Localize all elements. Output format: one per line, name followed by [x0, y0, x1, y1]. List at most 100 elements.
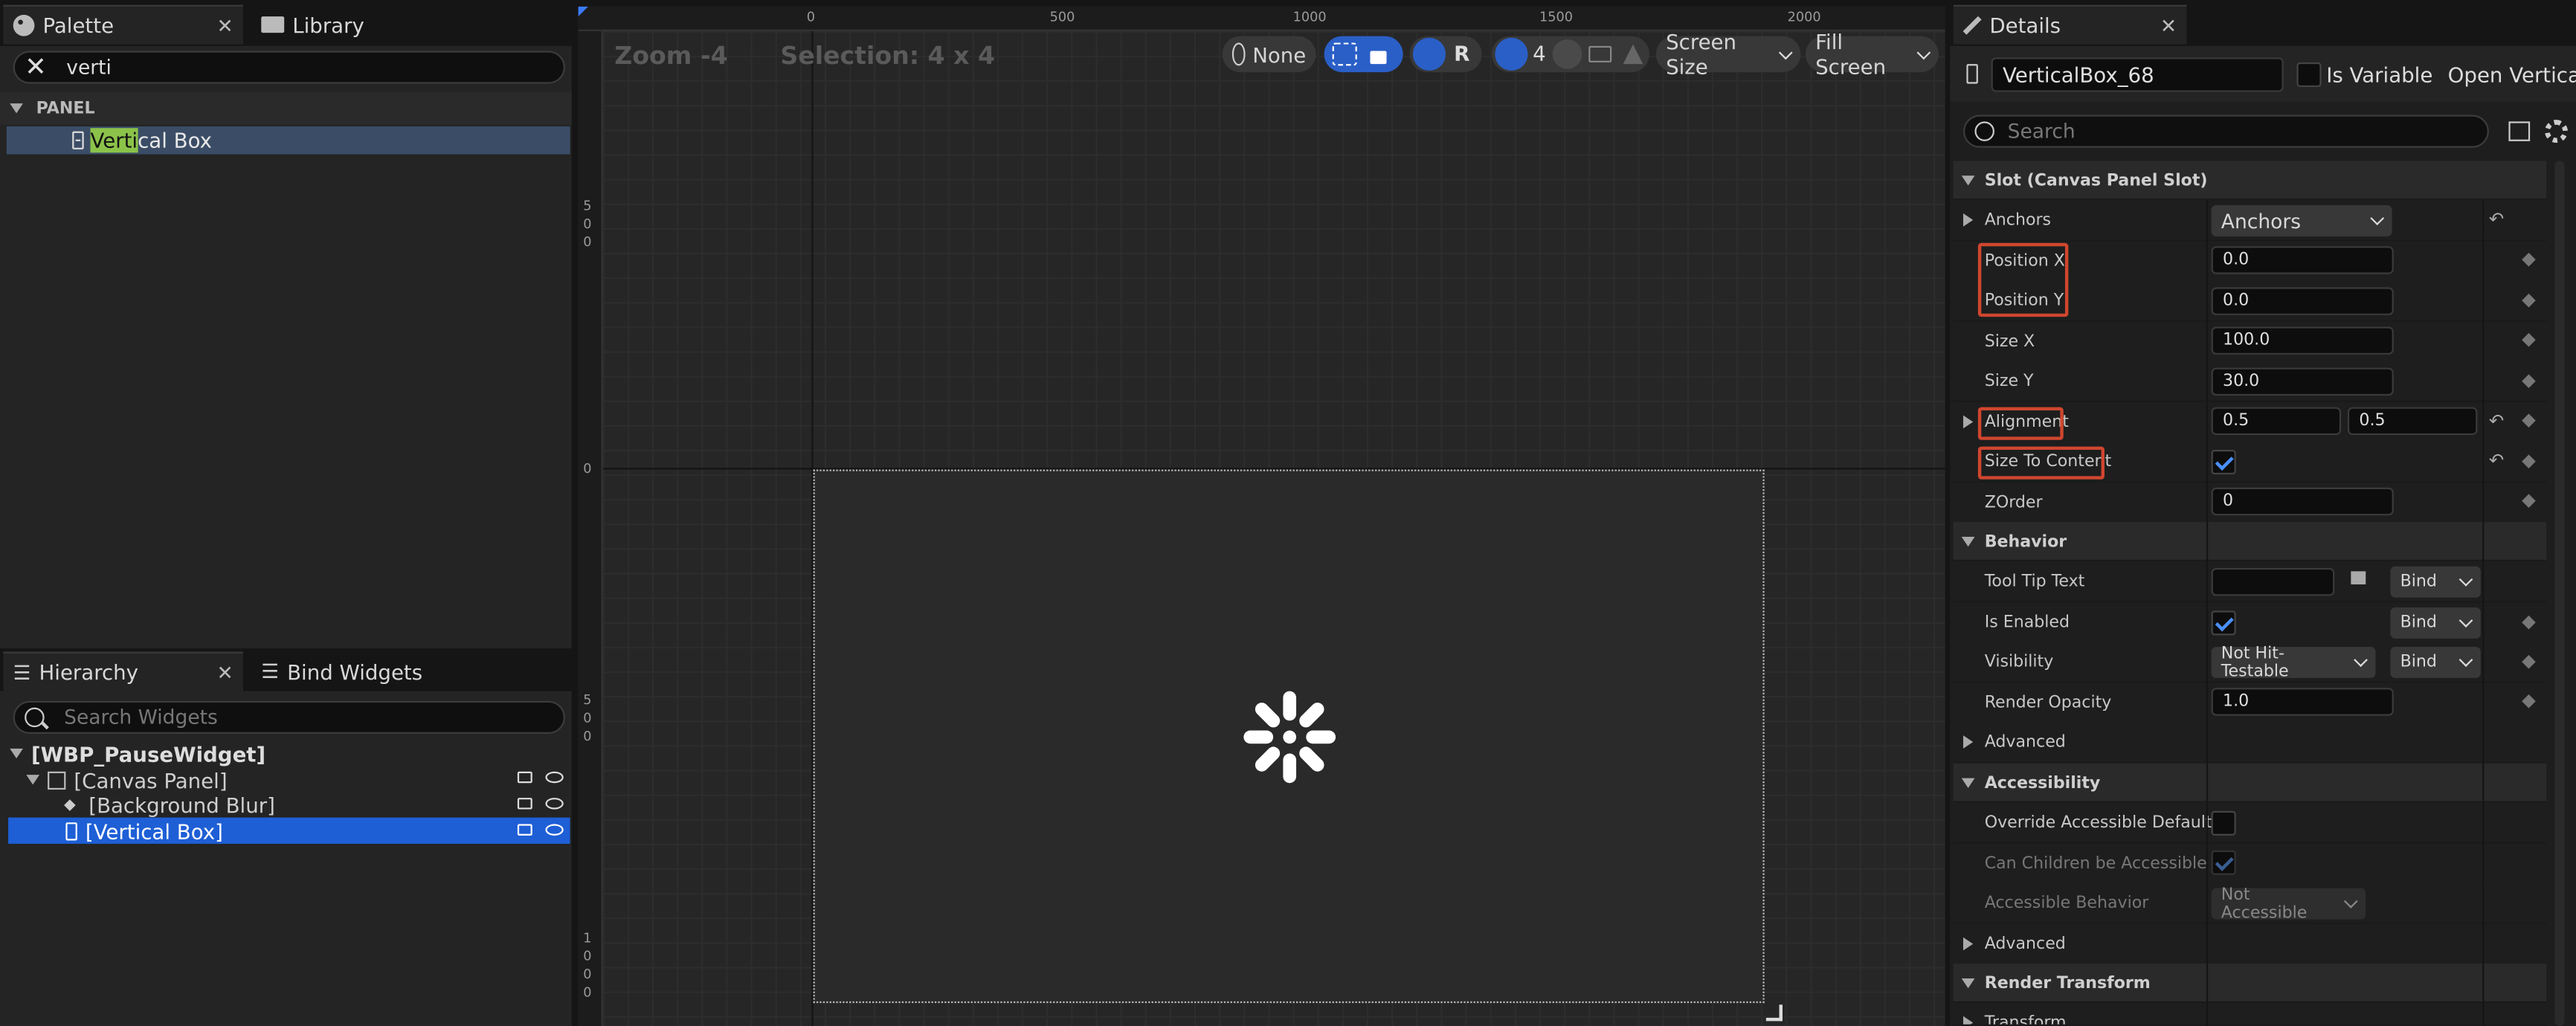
alignment-y-input[interactable]: 0.5: [2347, 407, 2478, 436]
accessible-behavior-dropdown[interactable]: Not Accessible: [2211, 885, 2366, 922]
image-icon[interactable]: [1588, 45, 1612, 62]
category-behavior[interactable]: Behavior: [1953, 522, 2547, 562]
reset-arrow-icon[interactable]: ↶: [2489, 410, 2504, 432]
tab-palette[interactable]: Palette ✕: [3, 4, 243, 45]
gear-icon[interactable]: [2545, 120, 2568, 143]
clear-search-icon[interactable]: ✕: [25, 54, 47, 80]
flag-icon[interactable]: [2351, 571, 2366, 585]
selection-label: Selection: 4 x 4: [780, 41, 996, 71]
category-accessibility[interactable]: Accessibility: [1953, 763, 2547, 803]
tab-details-label: Details: [1989, 13, 2061, 38]
vertical-box-icon: [1966, 64, 1978, 84]
row-transform[interactable]: Transform: [1953, 1003, 2547, 1026]
reset-arrow-icon[interactable]: ↶: [2489, 208, 2504, 230]
lock-icon[interactable]: [517, 798, 532, 810]
tab-hierarchy[interactable]: ☰ Hierarchy ✕: [3, 651, 243, 691]
localization-button[interactable]: None: [1222, 36, 1316, 73]
render-opacity-input[interactable]: 1.0: [2211, 688, 2394, 716]
ruler-tick-label: 2000: [1787, 10, 1821, 25]
tooltip-input[interactable]: [2211, 567, 2335, 596]
override-accessible-checkbox[interactable]: [2211, 810, 2236, 836]
expand-arrow-icon[interactable]: [1962, 415, 1974, 429]
layout-mode-icon[interactable]: [1412, 37, 1446, 71]
tree-item-background-blur[interactable]: [Background Blur]: [64, 791, 568, 817]
row-advanced-accessibility[interactable]: Advanced: [1953, 924, 2547, 965]
zorder-input[interactable]: 0: [2211, 487, 2394, 516]
widget-name-input[interactable]: VerticalBox_68: [1991, 57, 2284, 92]
table-view-icon[interactable]: [2508, 121, 2531, 141]
category-render-transform[interactable]: Render Transform: [1953, 964, 2547, 1004]
visibility-dropdown[interactable]: Not Hit-Testable: [2211, 645, 2376, 680]
can-children-accessible-checkbox[interactable]: [2211, 850, 2236, 875]
keyframe-icon[interactable]: ◆: [2522, 410, 2542, 430]
lock-icon[interactable]: [1370, 51, 1387, 65]
keyframe-icon[interactable]: ◆: [2522, 451, 2542, 471]
expand-arrow-icon[interactable]: [1962, 213, 1974, 227]
screen-size-dropdown[interactable]: Screen Size: [1655, 30, 1801, 79]
keyframe-icon[interactable]: ◆: [2522, 249, 2542, 269]
position-x-input[interactable]: 0.0: [2211, 246, 2394, 274]
keyframe-icon[interactable]: ◆: [2522, 329, 2542, 349]
open-link[interactable]: Open VerticalB: [2448, 62, 2576, 87]
fill-screen-dropdown[interactable]: Fill Screen: [1805, 30, 1939, 79]
enabled-bind-dropdown[interactable]: Bind: [2390, 607, 2481, 639]
eye-icon[interactable]: [545, 771, 564, 784]
row-label: Override Accessible Defaults: [1984, 813, 2221, 832]
keyframe-icon[interactable]: ◆: [2522, 611, 2542, 632]
close-icon[interactable]: ✕: [216, 661, 233, 684]
keyframe-icon[interactable]: ◆: [2522, 651, 2542, 671]
respect-locks-button[interactable]: R: [1454, 41, 1469, 65]
size-x-input[interactable]: 100.0: [2211, 326, 2394, 355]
pointer-icon[interactable]: [1552, 39, 1582, 69]
is-enabled-checkbox[interactable]: [2211, 610, 2236, 636]
tooltip-bind-dropdown[interactable]: Bind: [2390, 566, 2481, 598]
keyframe-icon[interactable]: ◆: [2522, 490, 2542, 510]
ruler-top: [578, 6, 1945, 31]
expand-arrow-icon: [1962, 735, 1974, 749]
row-label: Can Children be Accessible: [1984, 854, 2207, 873]
chevron-down-icon: [2459, 653, 2473, 667]
palette-item-vertical-box[interactable]: Verti cal Box: [6, 126, 570, 155]
palette-search-input[interactable]: ✕ verti: [13, 51, 565, 84]
lock-icon[interactable]: [517, 824, 532, 836]
close-icon[interactable]: ✕: [216, 14, 233, 37]
tree-item-label: [Canvas Panel]: [74, 767, 228, 793]
resize-handle-icon[interactable]: [1765, 1004, 1783, 1022]
lock-icon[interactable]: [517, 771, 532, 784]
grid-size-value[interactable]: 4: [1533, 41, 1546, 65]
position-y-input[interactable]: 0.0: [2211, 287, 2394, 315]
expand-arrow-icon: [1962, 937, 1974, 951]
details-search-placeholder: Search: [2007, 120, 2076, 143]
row-advanced-behavior[interactable]: Advanced: [1953, 722, 2547, 763]
tree-item-root[interactable]: [WBP_PauseWidget]: [10, 741, 568, 767]
eye-icon[interactable]: [545, 824, 564, 836]
hierarchy-search-input[interactable]: Search Widgets: [13, 700, 565, 734]
anchors-dropdown[interactable]: Anchors: [2211, 205, 2392, 236]
size-y-input[interactable]: 30.0: [2211, 367, 2394, 396]
eye-icon[interactable]: [545, 798, 564, 810]
tab-details[interactable]: Details ✕: [1953, 4, 2187, 45]
collapse-arrow-icon: [10, 748, 23, 759]
tab-bind-widgets[interactable]: ☰ Bind Widgets: [251, 652, 498, 691]
alignment-x-input[interactable]: 0.5: [2211, 407, 2342, 436]
tree-item-canvas-panel[interactable]: [Canvas Panel]: [26, 767, 568, 793]
reset-arrow-icon[interactable]: ↶: [2489, 450, 2504, 471]
mirror-icon[interactable]: [1623, 44, 1643, 65]
grid-icon[interactable]: [1495, 37, 1528, 71]
palette-section-panel[interactable]: PANEL: [0, 91, 572, 125]
keyframe-icon[interactable]: ◆: [2522, 690, 2542, 711]
details-scrollbar[interactable]: [2554, 161, 2565, 1026]
close-icon[interactable]: ✕: [2160, 14, 2177, 37]
is-variable-checkbox[interactable]: [2296, 62, 2322, 88]
dashed-select-icon[interactable]: [1332, 42, 1357, 66]
details-search-input[interactable]: Search: [1962, 114, 2489, 148]
palette-icon: [13, 14, 35, 36]
size-to-content-checkbox[interactable]: [2211, 449, 2236, 475]
tab-library[interactable]: Library: [251, 5, 448, 45]
row-label: Size Y: [1984, 372, 2034, 390]
category-slot[interactable]: Slot (Canvas Panel Slot): [1953, 161, 2547, 201]
expand-arrow-icon: [1962, 1016, 1974, 1025]
visibility-bind-dropdown[interactable]: Bind: [2390, 646, 2481, 678]
keyframe-icon[interactable]: ◆: [2522, 370, 2542, 390]
keyframe-icon[interactable]: ◆: [2522, 290, 2542, 310]
